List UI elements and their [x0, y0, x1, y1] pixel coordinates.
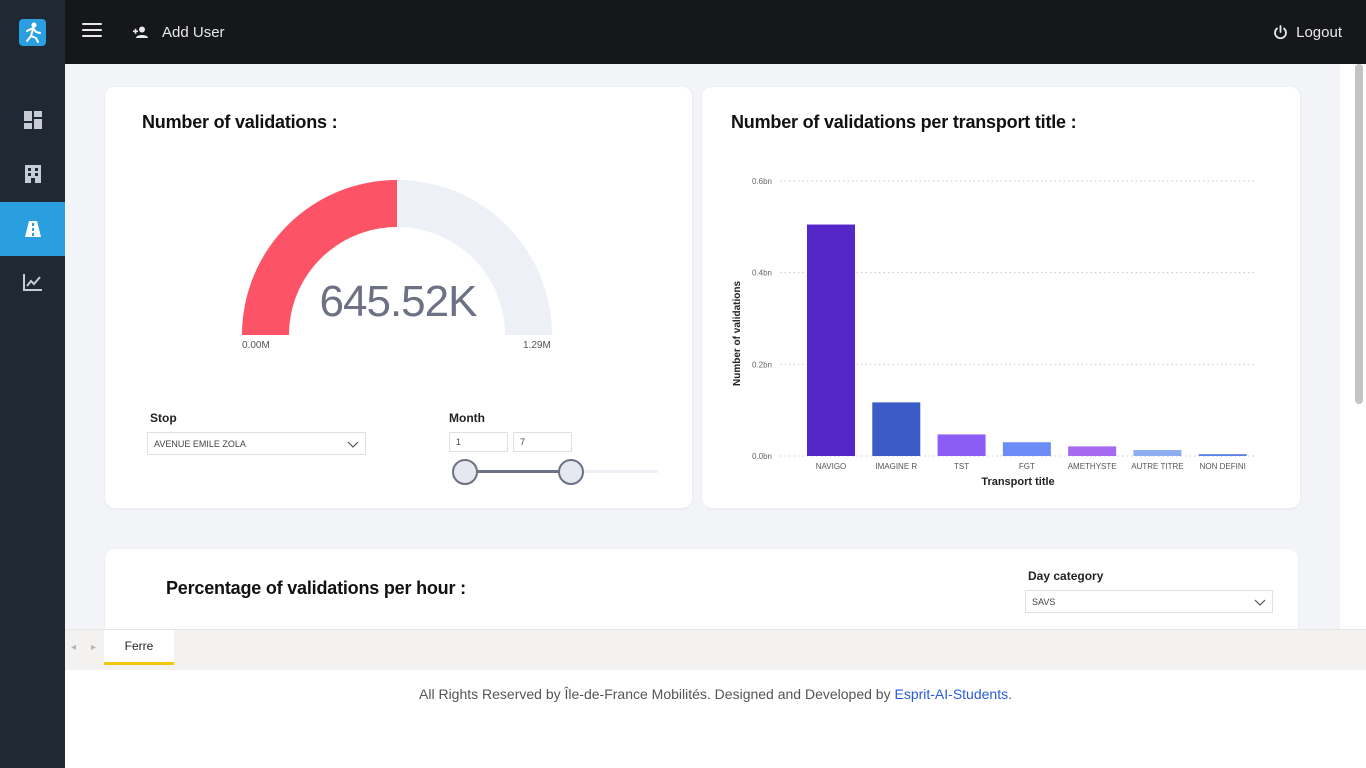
add-user-icon [133, 26, 148, 38]
y-tick-label: 0.2bn [752, 360, 772, 369]
validations-gauge [242, 180, 552, 335]
month-slider-start-handle[interactable] [452, 459, 478, 485]
logout-button[interactable]: Logout [1273, 20, 1342, 44]
bar-fgt[interactable] [1002, 442, 1051, 456]
y-axis-label: Number of validations [732, 281, 743, 386]
sidebar-item-dashboard[interactable] [0, 93, 65, 147]
tab-ferre[interactable]: Ferre [104, 630, 174, 665]
stop-dropdown-value: AVENUE EMILE ZOLA [154, 438, 246, 449]
sidebar-item-analytics[interactable] [0, 255, 65, 309]
sidebar-item-road[interactable] [0, 202, 65, 256]
x-tick-label: AUTRE TITRE [1131, 462, 1183, 471]
month-to-input[interactable]: 7 [513, 432, 572, 452]
y-tick-label: 0.0bn [752, 452, 772, 461]
page-tabs-bar: ◂ ▸ Ferre [65, 629, 1366, 670]
road-icon [24, 221, 41, 237]
month-slider-end-handle[interactable] [558, 459, 584, 485]
x-tick-label: NON DEFINI [1200, 462, 1246, 471]
x-tick-label: AMETHYSTE [1068, 462, 1117, 471]
sidebar-item-building[interactable] [0, 147, 65, 201]
hour-card-title: Percentage of validations per hour : [166, 578, 466, 598]
month-filter-label: Month [449, 411, 485, 425]
footer-text: All Rights Reserved by Île-de-France Mob… [419, 686, 895, 702]
footer-credits-link[interactable]: Esprit-AI-Students [894, 686, 1008, 702]
topbar: Add User Logout [65, 0, 1366, 64]
bar-autre-titre[interactable] [1133, 450, 1182, 456]
bar-imagine-r[interactable] [872, 402, 921, 456]
footer: All Rights Reserved by Île-de-France Mob… [65, 686, 1366, 702]
x-tick-label: TST [954, 462, 969, 471]
bar-non-defini[interactable] [1198, 454, 1247, 456]
bar-amethyste[interactable] [1068, 446, 1117, 456]
report-canvas: Number of validations : 645.52K 0.00M 1.… [65, 64, 1340, 629]
validations-gauge-card: Number of validations : 645.52K 0.00M 1.… [105, 87, 692, 508]
bar-tst[interactable] [937, 434, 986, 456]
dashboard-icon [23, 111, 42, 129]
tab-prev-arrow-icon[interactable]: ◂ [71, 642, 76, 653]
walker-logo-icon [26, 22, 41, 43]
day-category-dropdown[interactable]: SAVS [1025, 590, 1273, 613]
chevron-down-icon [1254, 599, 1266, 606]
gauge-card-title: Number of validations : [142, 112, 338, 132]
x-tick-label: FGT [1019, 462, 1035, 471]
y-tick-label: 0.6bn [752, 177, 772, 186]
sidebar [0, 0, 65, 768]
stop-dropdown[interactable]: AVENUE EMILE ZOLA [147, 432, 366, 455]
line-chart-icon [22, 274, 42, 291]
menu-toggle-button[interactable] [82, 23, 102, 41]
power-icon [1274, 24, 1287, 39]
gauge-max-label: 1.29M [523, 340, 551, 351]
add-user-button[interactable]: Add User [133, 20, 225, 44]
chart-card-title: Number of validations per transport titl… [731, 112, 1077, 132]
stop-filter-label: Stop [150, 411, 177, 425]
building-icon [24, 165, 41, 183]
month-from-input[interactable]: 1 [449, 432, 508, 452]
tab-next-arrow-icon[interactable]: ▸ [91, 642, 96, 653]
hamburger-icon [82, 23, 102, 25]
footer-text-end: . [1008, 686, 1012, 702]
gauge-value: 645.52K [319, 277, 478, 326]
bar-navigo[interactable] [807, 224, 855, 456]
x-tick-label: NAVIGO [816, 462, 847, 471]
gauge-min-label: 0.00M [242, 340, 270, 351]
y-tick-label: 0.4bn [752, 269, 772, 278]
chevron-down-icon [347, 441, 359, 448]
transport-title-bar-chart: 0.0bn 0.2bn 0.4bn 0.6bn NAVIGO IMAGINE R TST FG… [732, 177, 1254, 488]
month-slider-fill [465, 470, 571, 473]
day-category-value: SAVS [1032, 596, 1056, 607]
logout-label: Logout [1296, 23, 1342, 41]
report-scrollbar-thumb[interactable] [1355, 64, 1363, 404]
transport-title-chart-card: Number of validations per transport titl… [702, 87, 1300, 508]
x-tick-label: IMAGINE R [875, 462, 917, 471]
day-category-label: Day category [1028, 569, 1104, 583]
validations-per-hour-card: Percentage of validations per hour : Day… [105, 549, 1298, 629]
x-axis-label: Transport title [981, 476, 1054, 488]
app-logo[interactable] [19, 19, 46, 46]
add-user-label: Add User [162, 23, 225, 41]
